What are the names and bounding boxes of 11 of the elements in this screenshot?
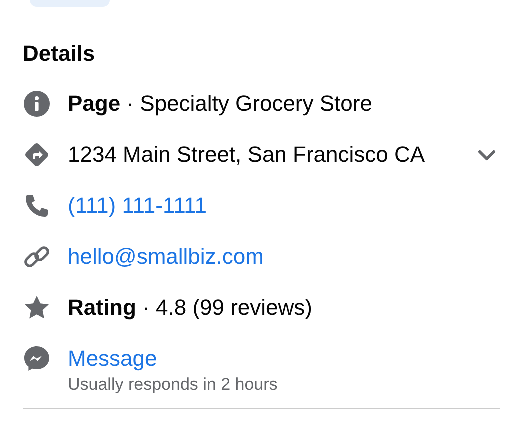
link[interactable]: hello@smallbiz.com xyxy=(68,242,264,272)
detail-text: Page · Specialty Grocery Store xyxy=(68,90,372,118)
response-time-text: Usually responds in 2 hours xyxy=(68,374,279,396)
info-icon xyxy=(23,90,51,118)
chevron-down-icon[interactable] xyxy=(478,150,496,162)
detail-text: Rating · 4.8 (99 reviews) xyxy=(68,294,313,322)
section-title: Details xyxy=(23,41,96,68)
detail-text: 1234 Main Street, San Francisco CA xyxy=(68,141,426,170)
link[interactable]: Message xyxy=(68,344,158,374)
messenger-icon xyxy=(23,345,51,374)
link[interactable]: (111) 111-1111 xyxy=(68,191,208,222)
